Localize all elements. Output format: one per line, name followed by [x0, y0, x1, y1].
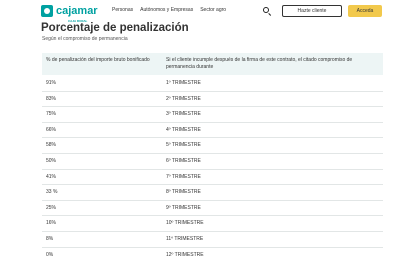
period-cell: 9º TRIMESTRE	[166, 204, 201, 211]
table-row: 91% 1º TRIMESTRE	[42, 76, 383, 92]
logo-text: cajamar CAJA RURAL	[56, 5, 98, 23]
nav-item-sector-agro[interactable]: Sector agro	[200, 7, 226, 13]
penalty-cell: 66%	[46, 126, 57, 133]
nav-item-autonomos-empresas[interactable]: Autónomos y Empresas	[140, 7, 193, 13]
period-cell: 12º TRIMESTRE	[166, 251, 204, 258]
acceda-button[interactable]: Acceda	[348, 5, 382, 17]
page-title: Porcentaje de penalización	[41, 22, 189, 34]
table-row: 75% 3º TRIMESTRE	[42, 107, 383, 123]
period-cell: 5º TRIMESTRE	[166, 142, 201, 149]
table-row: 16% 10º TRIMESTRE	[42, 216, 383, 232]
penalty-cell: 91%	[46, 80, 57, 86]
period-cell: 3º TRIMESTRE	[166, 111, 201, 118]
table-row: 0% 12º TRIMESTRE	[42, 248, 383, 260]
penalty-cell: 50%	[46, 157, 57, 164]
period-cell: 4º TRIMESTRE	[166, 126, 201, 133]
site-header: cajamar CAJA RURAL Personas Autónomos y …	[0, 0, 420, 23]
penalty-cell: 75%	[46, 111, 57, 118]
table-row: 83% 2º TRIMESTRE	[42, 92, 383, 108]
period-cell: 11º TRIMESTRE	[166, 235, 204, 242]
hazte-cliente-button[interactable]: Hazte cliente	[282, 5, 342, 17]
penalty-table-body: 91% 1º TRIMESTRE 83% 2º TRIMESTRE 75% 3º TR…	[42, 76, 383, 260]
period-cell: 8º TRIMESTRE	[166, 189, 201, 196]
period-cell: 6º TRIMESTRE	[166, 157, 201, 164]
penalty-cell: 58%	[46, 142, 57, 149]
table-row: 41% 7º TRIMESTRE	[42, 170, 383, 186]
table-row: 58% 5º TRIMESTRE	[42, 138, 383, 154]
penalty-cell: 33 %	[46, 189, 58, 196]
nav-item-personas[interactable]: Personas	[112, 7, 133, 13]
main-nav: Personas Autónomos y Empresas Sector agr…	[112, 7, 226, 13]
period-cell: 2º TRIMESTRE	[166, 95, 201, 102]
table-row: 50% 6º TRIMESTRE	[42, 154, 383, 170]
search-icon[interactable]	[263, 7, 269, 13]
table-row: 66% 4º TRIMESTRE	[42, 123, 383, 139]
period-cell: 10º TRIMESTRE	[166, 220, 204, 227]
penalty-cell: 25%	[46, 204, 57, 211]
penalty-cell: 16%	[46, 220, 57, 227]
table-row: 33 % 8º TRIMESTRE	[42, 185, 383, 201]
column-header-period: Si el cliente incumple después de la fir…	[166, 57, 353, 70]
penalty-cell: 83%	[46, 95, 57, 102]
penalty-cell: 0%	[46, 251, 54, 258]
table-row: 8% 11º TRIMESTRE	[42, 232, 383, 248]
penalty-cell: 8%	[46, 235, 54, 242]
table-header: % de penalización del importe bruto boni…	[42, 53, 383, 75]
column-header-penalty: % de penalización del importe bruto boni…	[46, 57, 150, 63]
period-cell: 1º TRIMESTRE	[166, 80, 201, 86]
period-cell: 7º TRIMESTRE	[166, 173, 201, 180]
table-row: 25% 9º TRIMESTRE	[42, 201, 383, 217]
page-subtitle: Según el compromiso de permanencia	[42, 36, 128, 42]
cajamar-logo[interactable]: cajamar CAJA RURAL	[41, 4, 98, 23]
logo-mark-icon	[41, 5, 53, 17]
penalty-cell: 41%	[46, 173, 57, 180]
